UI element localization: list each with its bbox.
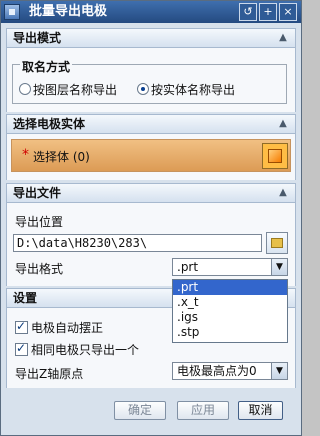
plus-icon[interactable]: +: [259, 3, 277, 21]
section-title: 设置: [13, 291, 38, 305]
location-label: 导出位置: [15, 215, 64, 229]
export-single-checkbox[interactable]: 相同电极只导出一个: [15, 341, 139, 357]
apply-button[interactable]: 应用: [177, 401, 229, 420]
select-body-field[interactable]: * 选择体 (0): [11, 139, 291, 172]
format-label: 导出格式: [15, 262, 64, 276]
folder-icon: [271, 238, 283, 248]
format-option-x_t[interactable]: .x_t: [173, 295, 287, 310]
checkbox-checked-icon[interactable]: [15, 341, 28, 356]
close-icon[interactable]: ×: [279, 3, 297, 21]
radio-button-off-icon[interactable]: [19, 83, 31, 95]
z-origin-select[interactable]: 电极最高点为0 ▼: [172, 362, 288, 380]
radio-label: 按实体名称导出: [151, 82, 236, 97]
cube-button[interactable]: [262, 143, 288, 169]
title-bar: 批量导出电极 ↺ + ×: [1, 1, 301, 23]
radio-layer-name[interactable]: 按图层名称导出: [19, 81, 117, 97]
collapse-icon[interactable]: ▲: [276, 186, 290, 200]
selected-format: .prt: [177, 260, 199, 274]
chevron-down-icon[interactable]: ▼: [271, 259, 287, 275]
dialog-title: 批量导出电极: [29, 4, 108, 19]
export-format-select[interactable]: .prt ▼: [172, 258, 288, 276]
cube-icon: [268, 149, 282, 163]
checkbox-checked-icon[interactable]: [15, 319, 28, 334]
app-icon: [4, 4, 20, 20]
chevron-down-icon[interactable]: ▼: [271, 363, 287, 379]
section-title: 选择电极实体: [13, 117, 86, 131]
checkbox-label: 电极自动摆正: [31, 320, 104, 335]
radio-label: 按图层名称导出: [33, 82, 118, 97]
export-location-input[interactable]: D:\data\H8230\283\: [13, 234, 262, 252]
group-title: 取名方式: [20, 58, 73, 75]
radio-button-on-icon[interactable]: [137, 83, 149, 95]
required-star-icon: *: [22, 147, 29, 163]
reset-icon[interactable]: ↺: [239, 3, 257, 21]
section-title: 导出文件: [13, 186, 62, 200]
export-mode-header[interactable]: 导出模式 ▲: [6, 28, 296, 48]
format-option-stp[interactable]: .stp: [173, 325, 287, 340]
dialog: 批量导出电极 ↺ + × 导出模式 ▲ 取名方式 按图层名称导出 按实体名称导出…: [0, 0, 302, 436]
radio-solid-name[interactable]: 按实体名称导出: [137, 81, 235, 97]
collapse-icon[interactable]: ▲: [276, 31, 290, 45]
auto-align-checkbox[interactable]: 电极自动摆正: [15, 319, 103, 335]
select-body-label: 选择体 (0): [33, 150, 90, 164]
cancel-button[interactable]: 取消: [238, 401, 283, 420]
browse-folder-button[interactable]: [266, 232, 288, 254]
section-title: 导出模式: [13, 31, 62, 45]
collapse-icon[interactable]: ▲: [276, 117, 290, 131]
selected-z-origin: 电极最高点为0: [177, 364, 257, 378]
select-solid-header[interactable]: 选择电极实体 ▲: [6, 114, 296, 134]
format-option-prt[interactable]: .prt: [173, 280, 287, 295]
format-option-igs[interactable]: .igs: [173, 310, 287, 325]
z-origin-label: 导出Z轴原点: [15, 367, 84, 381]
checkbox-label: 相同电极只导出一个: [31, 342, 140, 357]
export-file-header[interactable]: 导出文件 ▲: [6, 183, 296, 203]
format-dropdown-list[interactable]: .prt .x_t .igs .stp: [172, 279, 288, 343]
ok-button[interactable]: 确定: [114, 401, 166, 420]
